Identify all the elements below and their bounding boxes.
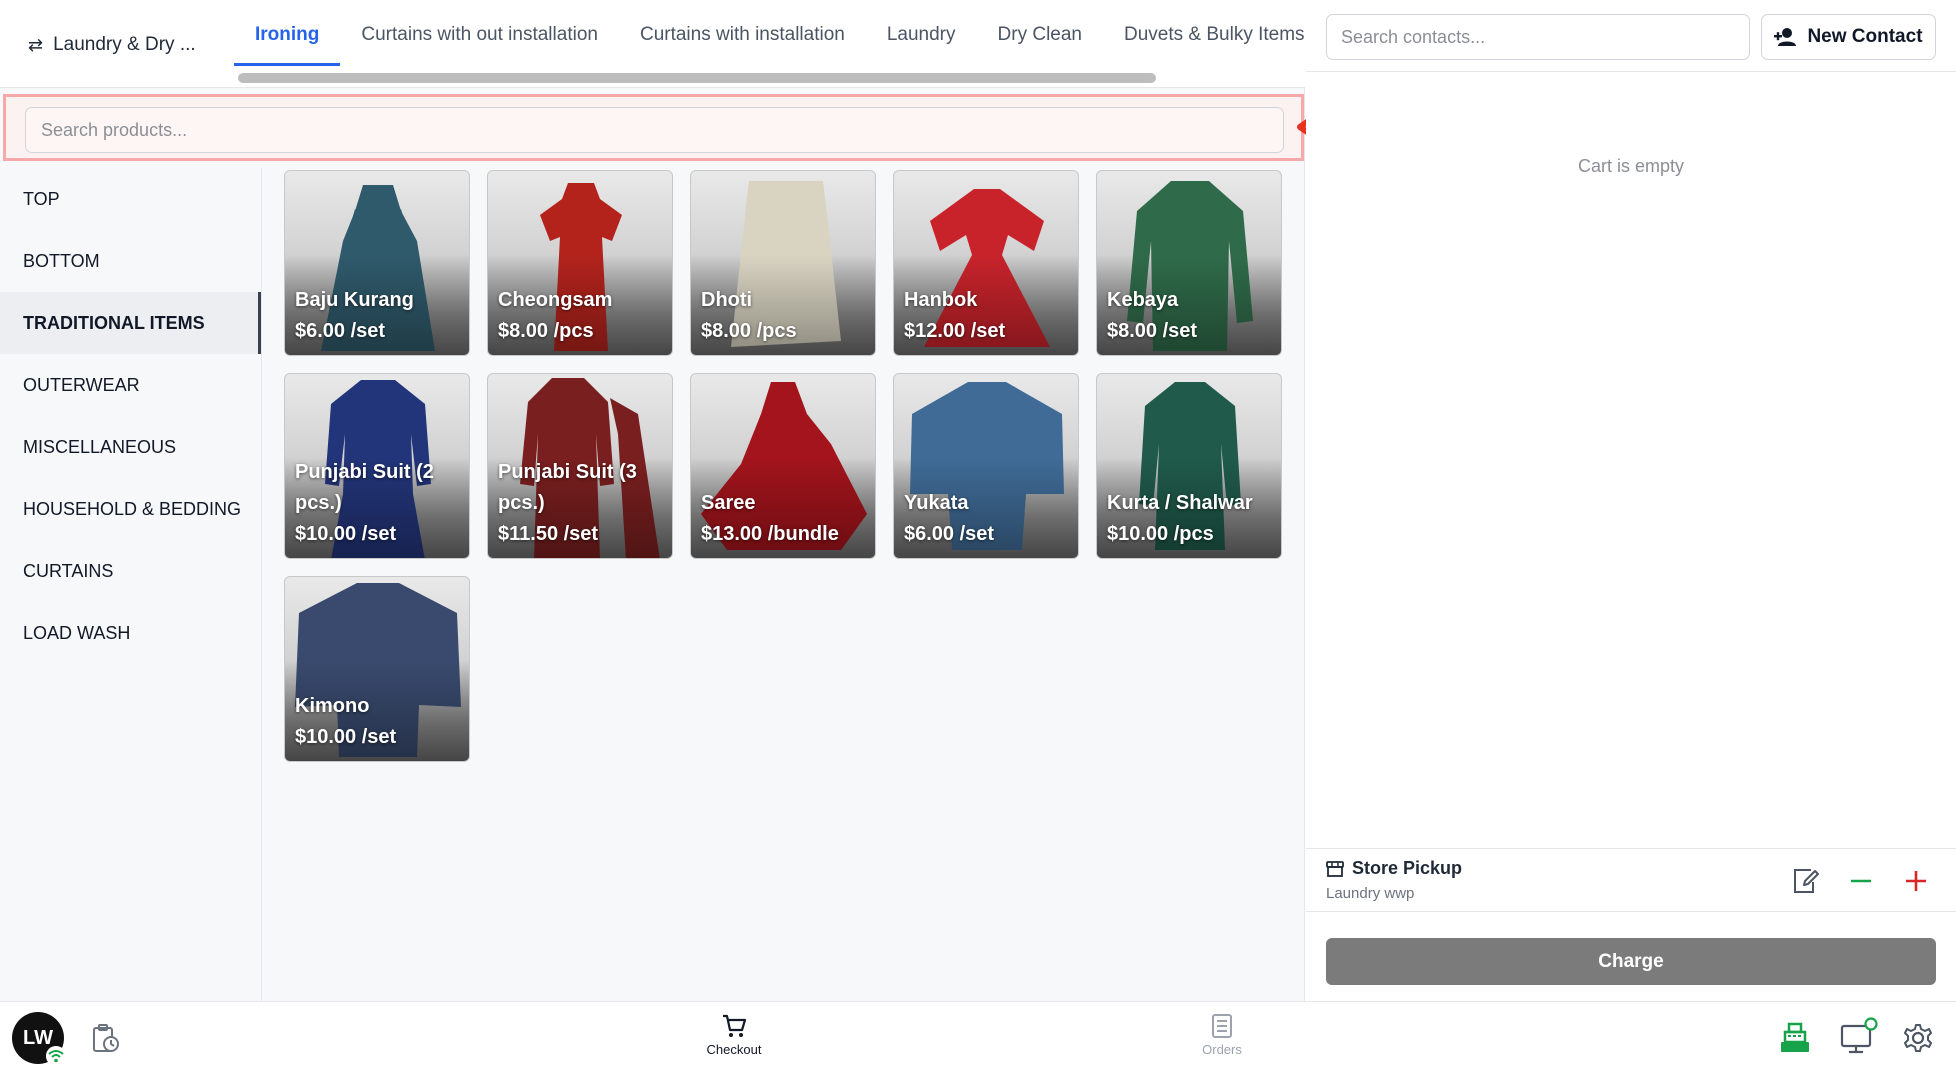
- nav-checkout-label: Checkout: [706, 1042, 762, 1057]
- product-price: $10.00 /set: [295, 726, 397, 748]
- product-name: Yukata: [904, 492, 969, 514]
- nav-checkout[interactable]: Checkout: [684, 1012, 784, 1070]
- edit-note-icon[interactable]: [1791, 866, 1821, 896]
- product-card[interactable]: Kimono $10.00 /set: [284, 576, 470, 762]
- category-top[interactable]: TOP: [0, 168, 261, 230]
- add-user-icon: [1774, 28, 1797, 46]
- orders-list-icon: [1212, 1014, 1232, 1038]
- product-info: Saree $13.00 /bundle: [701, 488, 867, 550]
- tab-ironing[interactable]: Ironing: [234, 0, 341, 66]
- tab-curtains-with-installation[interactable]: Curtains with installation: [619, 0, 866, 66]
- nav-orders[interactable]: Orders: [1172, 1012, 1272, 1070]
- store-pickup-row: Store Pickup Laundry wwp: [1306, 848, 1956, 912]
- category-outerwear[interactable]: OUTERWEAR: [0, 354, 261, 416]
- cash-register-icon[interactable]: [1777, 1020, 1813, 1056]
- tab-laundry[interactable]: Laundry: [866, 0, 977, 66]
- product-price: $12.00 /set: [904, 320, 1006, 342]
- product-name: Kimono: [295, 695, 370, 717]
- product-name: Cheongsam: [498, 289, 613, 311]
- product-price: $10.00 /set: [295, 523, 397, 545]
- minus-icon[interactable]: [1846, 866, 1876, 896]
- product-name: Punjabi Suit (2 pcs.): [295, 461, 434, 514]
- tab-duvets-bulky-items[interactable]: Duvets & Bulky Items: [1103, 0, 1326, 66]
- product-price: $8.00 /pcs: [498, 320, 594, 342]
- product-price: $6.00 /set: [904, 523, 995, 545]
- product-card[interactable]: Baju Kurang $6.00 /set: [284, 170, 470, 356]
- category-bottom[interactable]: BOTTOM: [0, 230, 261, 292]
- product-info: Dhoti $8.00 /pcs: [701, 285, 867, 347]
- service-tabs: Ironing Curtains with out installation C…: [234, 0, 1326, 66]
- search-highlight-box: [3, 94, 1304, 161]
- product-name: Punjabi Suit (3 pcs.): [498, 461, 637, 514]
- top-bar: ⇄ Laundry & Dry ... Ironing Curtains wit…: [0, 0, 1305, 88]
- product-info: Baju Kurang $6.00 /set: [295, 285, 461, 347]
- product-card[interactable]: Dhoti $8.00 /pcs: [690, 170, 876, 356]
- product-name: Saree: [701, 492, 756, 514]
- store-pickup-title[interactable]: Store Pickup: [1326, 858, 1462, 879]
- tab-curtains-without-installation[interactable]: Curtains with out installation: [340, 0, 619, 66]
- product-price: $8.00 /set: [1107, 320, 1198, 342]
- product-info: Cheongsam $8.00 /pcs: [498, 285, 664, 347]
- category-household-bedding[interactable]: HOUSEHOLD & BEDDING: [0, 478, 261, 540]
- monitor-icon[interactable]: [1838, 1016, 1880, 1058]
- swap-arrows-icon: ⇄: [28, 34, 44, 55]
- product-name: Kurta / Shalwar: [1107, 492, 1253, 514]
- tab-dry-clean[interactable]: Dry Clean: [977, 0, 1103, 66]
- product-info: Punjabi Suit (3 pcs.) $11.50 /set: [498, 457, 664, 550]
- product-card[interactable]: Yukata $6.00 /set: [893, 373, 1079, 559]
- product-grid: Baju Kurang $6.00 /set Cheongsam $8.00 /pc…: [284, 170, 1282, 762]
- plus-icon[interactable]: [1901, 866, 1931, 896]
- product-info: Punjabi Suit (2 pcs.) $10.00 /set: [295, 457, 461, 550]
- product-info: Kurta / Shalwar $10.00 /pcs: [1107, 488, 1273, 550]
- wifi-icon: [46, 1046, 66, 1066]
- category-traditional-items[interactable]: TRADITIONAL ITEMS: [0, 292, 261, 354]
- product-name: Dhoti: [701, 289, 753, 311]
- product-name: Kebaya: [1107, 289, 1179, 311]
- product-price: $6.00 /set: [295, 320, 386, 342]
- charge-button[interactable]: Charge: [1326, 938, 1936, 985]
- product-card[interactable]: Saree $13.00 /bundle: [690, 373, 876, 559]
- product-card[interactable]: Cheongsam $8.00 /pcs: [487, 170, 673, 356]
- store-name: Laundry & Dry ...: [53, 34, 196, 55]
- clipboard-clock-icon[interactable]: [90, 1023, 122, 1055]
- search-contacts-input[interactable]: [1326, 14, 1750, 60]
- product-card[interactable]: Kebaya $8.00 /set: [1096, 170, 1282, 356]
- new-contact-button[interactable]: New Contact: [1761, 14, 1936, 60]
- category-sidebar: TOP BOTTOM TRADITIONAL ITEMS OUTERWEAR M…: [0, 168, 262, 1001]
- product-card[interactable]: Hanbok $12.00 /set: [893, 170, 1079, 356]
- store-pickup-label: Store Pickup: [1352, 858, 1463, 878]
- gear-icon[interactable]: [1902, 1022, 1934, 1054]
- category-miscellaneous[interactable]: MISCELLANEOUS: [0, 416, 261, 478]
- nav-orders-label: Orders: [1202, 1042, 1242, 1057]
- tabs-scrollbar[interactable]: [238, 73, 1156, 83]
- product-price: $11.50 /set: [498, 523, 599, 545]
- product-pane: ⇄ Laundry & Dry ... Ironing Curtains wit…: [0, 0, 1305, 1001]
- product-card[interactable]: Punjabi Suit (3 pcs.) $11.50 /set: [487, 373, 673, 559]
- product-card[interactable]: Punjabi Suit (2 pcs.) $10.00 /set: [284, 373, 470, 559]
- product-price: $10.00 /pcs: [1107, 523, 1214, 545]
- cart-icon: [723, 1014, 747, 1037]
- store-icon: [1326, 860, 1344, 877]
- product-card[interactable]: Kurta / Shalwar $10.00 /pcs: [1096, 373, 1282, 559]
- product-name: Hanbok: [904, 289, 978, 311]
- product-info: Kimono $10.00 /set: [295, 691, 461, 753]
- divider: [1306, 71, 1956, 72]
- product-info: Kebaya $8.00 /set: [1107, 285, 1273, 347]
- product-price: $13.00 /bundle: [701, 523, 839, 545]
- search-products-input[interactable]: [25, 107, 1284, 153]
- cart-empty-text: Cart is empty: [1577, 156, 1685, 176]
- cart-pane: New Contact Cart is empty Store Pickup L…: [1306, 0, 1956, 1001]
- category-load-wash[interactable]: LOAD WASH: [0, 602, 261, 664]
- category-curtains[interactable]: CURTAINS: [0, 540, 261, 602]
- product-price: $8.00 /pcs: [701, 320, 797, 342]
- product-info: Hanbok $12.00 /set: [904, 285, 1070, 347]
- store-pickup-location: Laundry wwp: [1326, 885, 1415, 902]
- product-info: Yukata $6.00 /set: [904, 488, 1070, 550]
- store-switcher[interactable]: ⇄ Laundry & Dry ...: [28, 30, 196, 60]
- new-contact-label: New Contact: [1807, 26, 1923, 47]
- product-name: Baju Kurang: [295, 289, 414, 311]
- bottom-bar: LW Checkout Orders: [0, 1001, 1956, 1076]
